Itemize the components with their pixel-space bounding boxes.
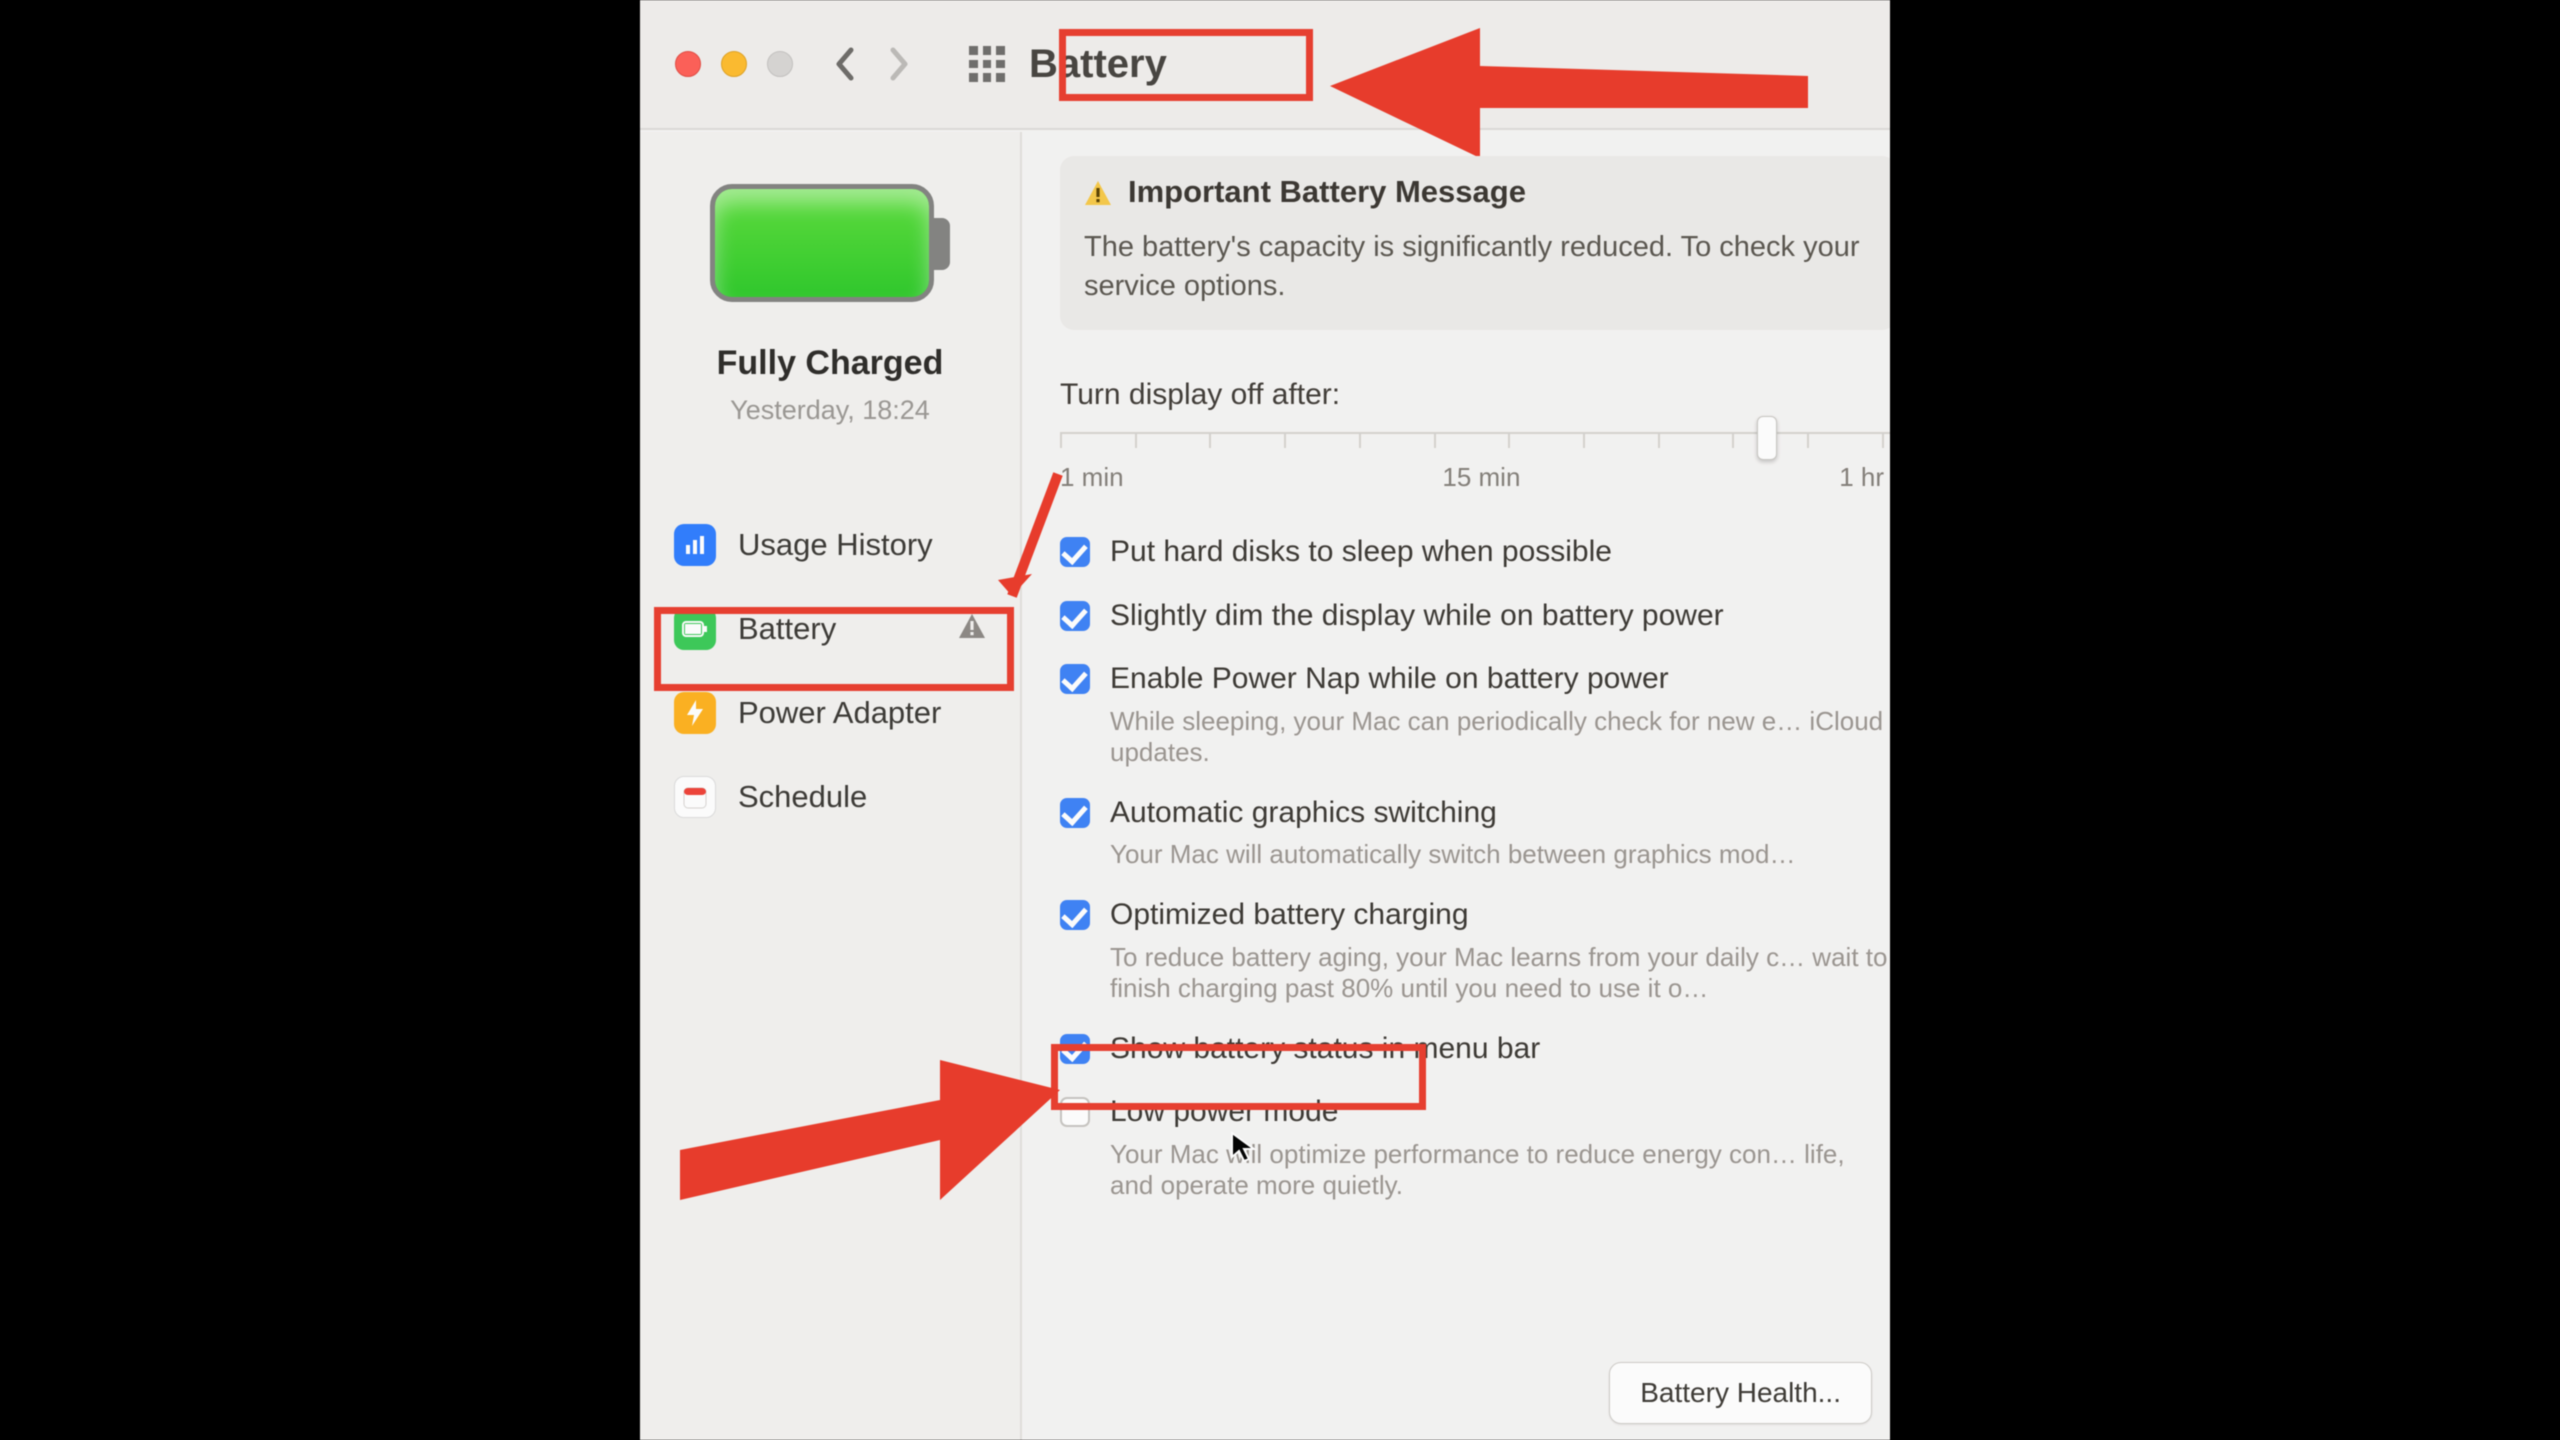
battery-icon [674, 608, 716, 650]
opt-label: Optimized battery charging [1110, 896, 1890, 934]
warning-icon [958, 613, 986, 646]
calendar-icon [674, 776, 716, 818]
chart-icon [674, 524, 716, 566]
display-off-slider[interactable]: 1 min 15 min 1 hr [1060, 432, 1890, 493]
warning-triangle-icon [1084, 178, 1112, 206]
opt-label: Slightly dim the display while on batter… [1110, 597, 1724, 635]
battery-options: Put hard disks to sleep when possible Sl… [1060, 533, 1890, 1201]
stage: Battery Fully Charged Yesterday, 18:24 U… [0, 0, 2560, 1440]
screenshot-window: Battery Fully Charged Yesterday, 18:24 U… [640, 0, 1890, 1440]
battery-large-icon [710, 184, 950, 302]
message-body: The battery's capacity is significantly … [1084, 228, 1872, 306]
opt-desc: Your Mac will automatically switch betwe… [1110, 839, 1795, 870]
opt-desc: Your Mac will optimize performance to re… [1110, 1139, 1890, 1201]
minimize-window-button[interactable] [721, 51, 747, 77]
tick-max: 1 hr [1839, 462, 1884, 493]
window-controls [675, 51, 793, 77]
forward-button[interactable] [885, 44, 913, 84]
main-panel: Important Battery Message The battery's … [1024, 132, 1890, 1440]
titlebar: Battery [640, 0, 1890, 130]
opt-optimized-charging[interactable]: Optimized battery charging To reduce bat… [1060, 896, 1890, 1004]
checkbox[interactable] [1060, 1097, 1090, 1127]
display-off-label: Turn display off after: [1060, 378, 1890, 412]
opt-menu-bar-status[interactable]: Show battery status in menu bar [1060, 1030, 1890, 1068]
checkbox[interactable] [1060, 601, 1090, 631]
sidebar-item-schedule[interactable]: Schedule [674, 770, 982, 824]
checkbox[interactable] [1060, 664, 1090, 694]
opt-label: Enable Power Nap while on battery power [1110, 660, 1890, 698]
opt-desc: To reduce battery aging, your Mac learns… [1110, 942, 1890, 1004]
opt-power-nap[interactable]: Enable Power Nap while on battery power … [1060, 660, 1890, 768]
battery-health-button[interactable]: Battery Health... [1609, 1362, 1872, 1424]
opt-label: Put hard disks to sleep when possible [1110, 533, 1612, 571]
opt-sleep-hard-disks[interactable]: Put hard disks to sleep when possible [1060, 533, 1890, 571]
opt-label: Low power mode [1110, 1093, 1890, 1131]
apps-grid-icon [969, 46, 1005, 82]
bolt-icon [674, 692, 716, 734]
checkbox[interactable] [1060, 537, 1090, 567]
sidebar-items: Usage History Battery Power Adapter [640, 518, 1020, 824]
back-button[interactable] [831, 44, 859, 84]
tick-min: 1 min [1060, 462, 1124, 493]
important-message: Important Battery Message The battery's … [1060, 156, 1890, 330]
opt-desc: While sleeping, your Mac can periodicall… [1110, 706, 1890, 768]
sidebar-item-label: Battery [738, 611, 836, 647]
opt-label: Show battery status in menu bar [1110, 1030, 1540, 1068]
sidebar-item-battery[interactable]: Battery [674, 602, 982, 656]
slider-tick-labels: 1 min 15 min 1 hr [1060, 462, 1890, 493]
title-group[interactable]: Battery [955, 36, 1187, 93]
sidebar-item-label: Schedule [738, 779, 867, 815]
slider-thumb[interactable] [1757, 416, 1777, 460]
sidebar: Fully Charged Yesterday, 18:24 Usage His… [640, 132, 1022, 1440]
sidebar-item-power-adapter[interactable]: Power Adapter [674, 686, 982, 740]
slider-track [1060, 432, 1890, 446]
opt-auto-graphics[interactable]: Automatic graphics switching Your Mac wi… [1060, 794, 1890, 871]
window-title: Battery [1029, 42, 1167, 87]
message-title: Important Battery Message [1128, 174, 1526, 210]
zoom-window-button[interactable] [767, 51, 793, 77]
tick-mid: 15 min [1442, 462, 1520, 493]
opt-low-power-mode[interactable]: Low power mode Your Mac will optimize pe… [1060, 1093, 1890, 1201]
close-window-button[interactable] [675, 51, 701, 77]
sidebar-item-usage-history[interactable]: Usage History [674, 518, 982, 572]
battery-status-time: Yesterday, 18:24 [730, 395, 930, 426]
opt-label: Automatic graphics switching [1110, 794, 1795, 832]
checkbox[interactable] [1060, 900, 1090, 930]
sidebar-item-label: Usage History [738, 527, 933, 563]
checkbox[interactable] [1060, 798, 1090, 828]
sidebar-item-label: Power Adapter [738, 695, 941, 731]
battery-status: Fully Charged [717, 344, 944, 383]
checkbox[interactable] [1060, 1034, 1090, 1064]
opt-dim-display[interactable]: Slightly dim the display while on batter… [1060, 597, 1890, 635]
